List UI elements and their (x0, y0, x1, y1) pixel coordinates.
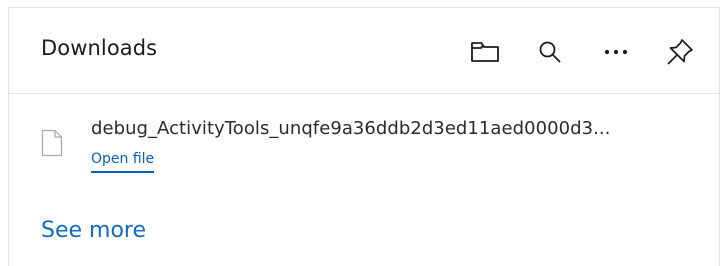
download-item[interactable]: debug_ActivityTools_unqfe9a36ddb2d3ed11a… (37, 111, 707, 181)
more-options-button[interactable] (596, 32, 636, 72)
download-file-name: debug_ActivityTools_unqfe9a36ddb2d3ed11a… (91, 118, 611, 139)
search-downloads-button[interactable] (530, 32, 570, 72)
downloads-header: Downloads (9, 8, 719, 94)
open-file-link[interactable]: Open file (91, 151, 155, 173)
folder-icon (470, 39, 500, 65)
search-icon (537, 39, 563, 65)
downloads-panel: Downloads debug_ActivityTools_unqfe9a36d… (8, 7, 720, 266)
see-more-link[interactable]: See more (41, 218, 146, 243)
pin-icon (665, 37, 695, 67)
open-downloads-folder-button[interactable] (465, 32, 505, 72)
pin-downloads-button[interactable] (660, 32, 700, 72)
panel-title: Downloads (41, 36, 158, 60)
more-options-icon (603, 48, 629, 56)
document-icon (41, 129, 63, 157)
